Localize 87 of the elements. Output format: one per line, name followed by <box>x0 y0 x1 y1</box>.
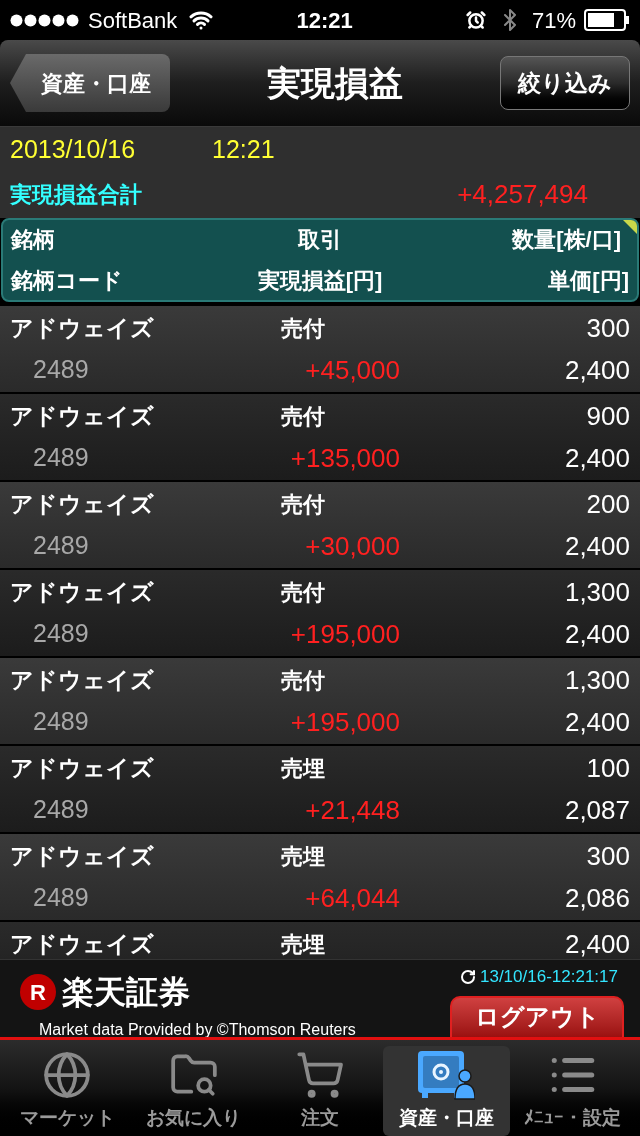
battery-percent: 71% <box>531 6 576 35</box>
quantity-value: 100 <box>586 751 630 785</box>
trade-type: 売付 <box>281 315 325 341</box>
column-header: 銘柄コード <box>11 267 124 295</box>
stock-name: アドウェイズ <box>10 578 154 605</box>
logout-button[interactable]: ログアウト <box>450 995 624 1037</box>
stock-code: 2489 <box>33 883 89 912</box>
profit-value: +135,000 <box>290 441 400 475</box>
trade-type: 売付 <box>281 667 325 693</box>
shopping-cart-icon <box>295 1049 345 1100</box>
unit-price: 2,087 <box>564 793 630 827</box>
profit-value: +64,044 <box>305 881 400 915</box>
trade-type: 売付 <box>281 579 325 605</box>
stock-code: 2489 <box>33 355 89 384</box>
column-header: 取引 <box>298 226 342 254</box>
trade-row[interactable]: アドウェイズ 売付 200 2489 +30,000 2,400 <box>0 482 640 570</box>
stock-name: アドウェイズ <box>10 666 154 693</box>
quantity-value: 2,400 <box>564 927 630 959</box>
trade-type: 売埋 <box>281 755 325 781</box>
trade-type: 売付 <box>281 491 325 517</box>
stock-code: 2489 <box>33 531 89 560</box>
stock-code: 2489 <box>33 795 89 824</box>
quantity-value: 1,300 <box>564 575 630 609</box>
quantity-value: 900 <box>586 399 630 433</box>
safe-with-person-icon <box>417 1049 476 1100</box>
stock-name: アドウェイズ <box>10 402 154 429</box>
trade-row[interactable]: アドウェイズ 売付 900 2489 +135,000 2,400 <box>0 394 640 482</box>
profit-value: +45,000 <box>305 353 400 387</box>
trade-row[interactable]: アドウェイズ 売付 1,300 2489 +195,000 2,400 <box>0 570 640 658</box>
profit-value: +195,000 <box>290 617 400 651</box>
column-header: 数量[株/口] <box>512 226 621 254</box>
summary-date: 2013/10/16 <box>10 134 137 166</box>
stock-name: アドウェイズ <box>10 842 154 869</box>
profit-value: +21,448 <box>305 793 400 827</box>
profit-value: +30,000 <box>305 529 400 563</box>
trade-row[interactable]: アドウェイズ 売埋 100 2489 +21,448 2,087 <box>0 746 640 834</box>
column-header: 単価[円] <box>548 267 629 295</box>
tab-item[interactable]: マーケット <box>4 1046 131 1136</box>
trade-row[interactable]: アドウェイズ 売埋 300 2489 +64,044 2,086 <box>0 834 640 922</box>
update-time: 13/10/16-12:21:17 <box>480 966 618 988</box>
stock-name: アドウェイズ <box>10 754 154 781</box>
quantity-value: 200 <box>586 487 630 521</box>
quantity-value: 300 <box>586 311 630 345</box>
logo-badge: R <box>20 974 56 1010</box>
signal-dots-icon <box>10 13 80 27</box>
unit-price: 2,400 <box>564 705 630 739</box>
trade-row[interactable]: アドウェイズ 売埋 2,400 <box>0 922 640 959</box>
stock-name: アドウェイズ <box>10 930 154 957</box>
summary-time: 12:21 <box>212 134 275 166</box>
stock-code: 2489 <box>33 707 89 736</box>
unit-price: 2,400 <box>564 617 630 651</box>
quantity-value: 1,300 <box>564 663 630 697</box>
tab-item[interactable]: ﾒﾆｭｰ・設定 <box>509 1046 637 1136</box>
trade-type: 売埋 <box>281 931 325 957</box>
unit-price: 2,400 <box>564 441 630 475</box>
trade-row[interactable]: アドウェイズ 売付 300 2489 +45,000 2,400 <box>0 306 640 394</box>
unit-price: 2,400 <box>564 529 630 563</box>
carrier-name: SoftBank <box>88 6 178 35</box>
tab-item[interactable]: お気に入り <box>130 1046 257 1136</box>
total-label: 実現損益合計 <box>10 180 142 209</box>
stock-code: 2489 <box>33 443 89 472</box>
column-header: 実現損益[円] <box>257 267 383 295</box>
trade-row[interactable]: アドウェイズ 売付 1,300 2489 +195,000 2,400 <box>0 658 640 746</box>
stock-name: アドウェイズ <box>10 490 154 517</box>
stock-name: アドウェイズ <box>10 314 154 341</box>
filter-button[interactable]: 絞り込み <box>500 56 630 110</box>
brand-name: 楽天証券 <box>62 973 190 1012</box>
stock-code: 2489 <box>33 619 89 648</box>
page-title: 実現損益 <box>267 62 403 104</box>
trade-type: 売付 <box>281 403 325 429</box>
total-value: +4,257,494 <box>457 177 588 211</box>
clock-time: 12:21 <box>296 6 353 35</box>
refresh-icon[interactable] <box>460 968 476 985</box>
tab-item[interactable]: 資産・口座 <box>383 1046 510 1136</box>
data-credit: Market data Provided by ©Thomson Reuters <box>38 1020 357 1040</box>
back-button[interactable]: 資産・口座 <box>10 54 170 112</box>
alarm-clock-icon <box>465 10 486 30</box>
trade-type: 売埋 <box>281 843 325 869</box>
quantity-value: 300 <box>586 839 630 873</box>
battery-icon <box>584 9 630 31</box>
unit-price: 2,086 <box>564 881 630 915</box>
tab-item[interactable]: 注文 <box>256 1046 384 1136</box>
unit-price: 2,400 <box>564 353 630 387</box>
globe-icon <box>42 1049 93 1100</box>
column-header: 銘柄 <box>11 226 56 254</box>
corner-triangle-icon <box>623 220 637 234</box>
profit-value: +195,000 <box>290 705 400 739</box>
